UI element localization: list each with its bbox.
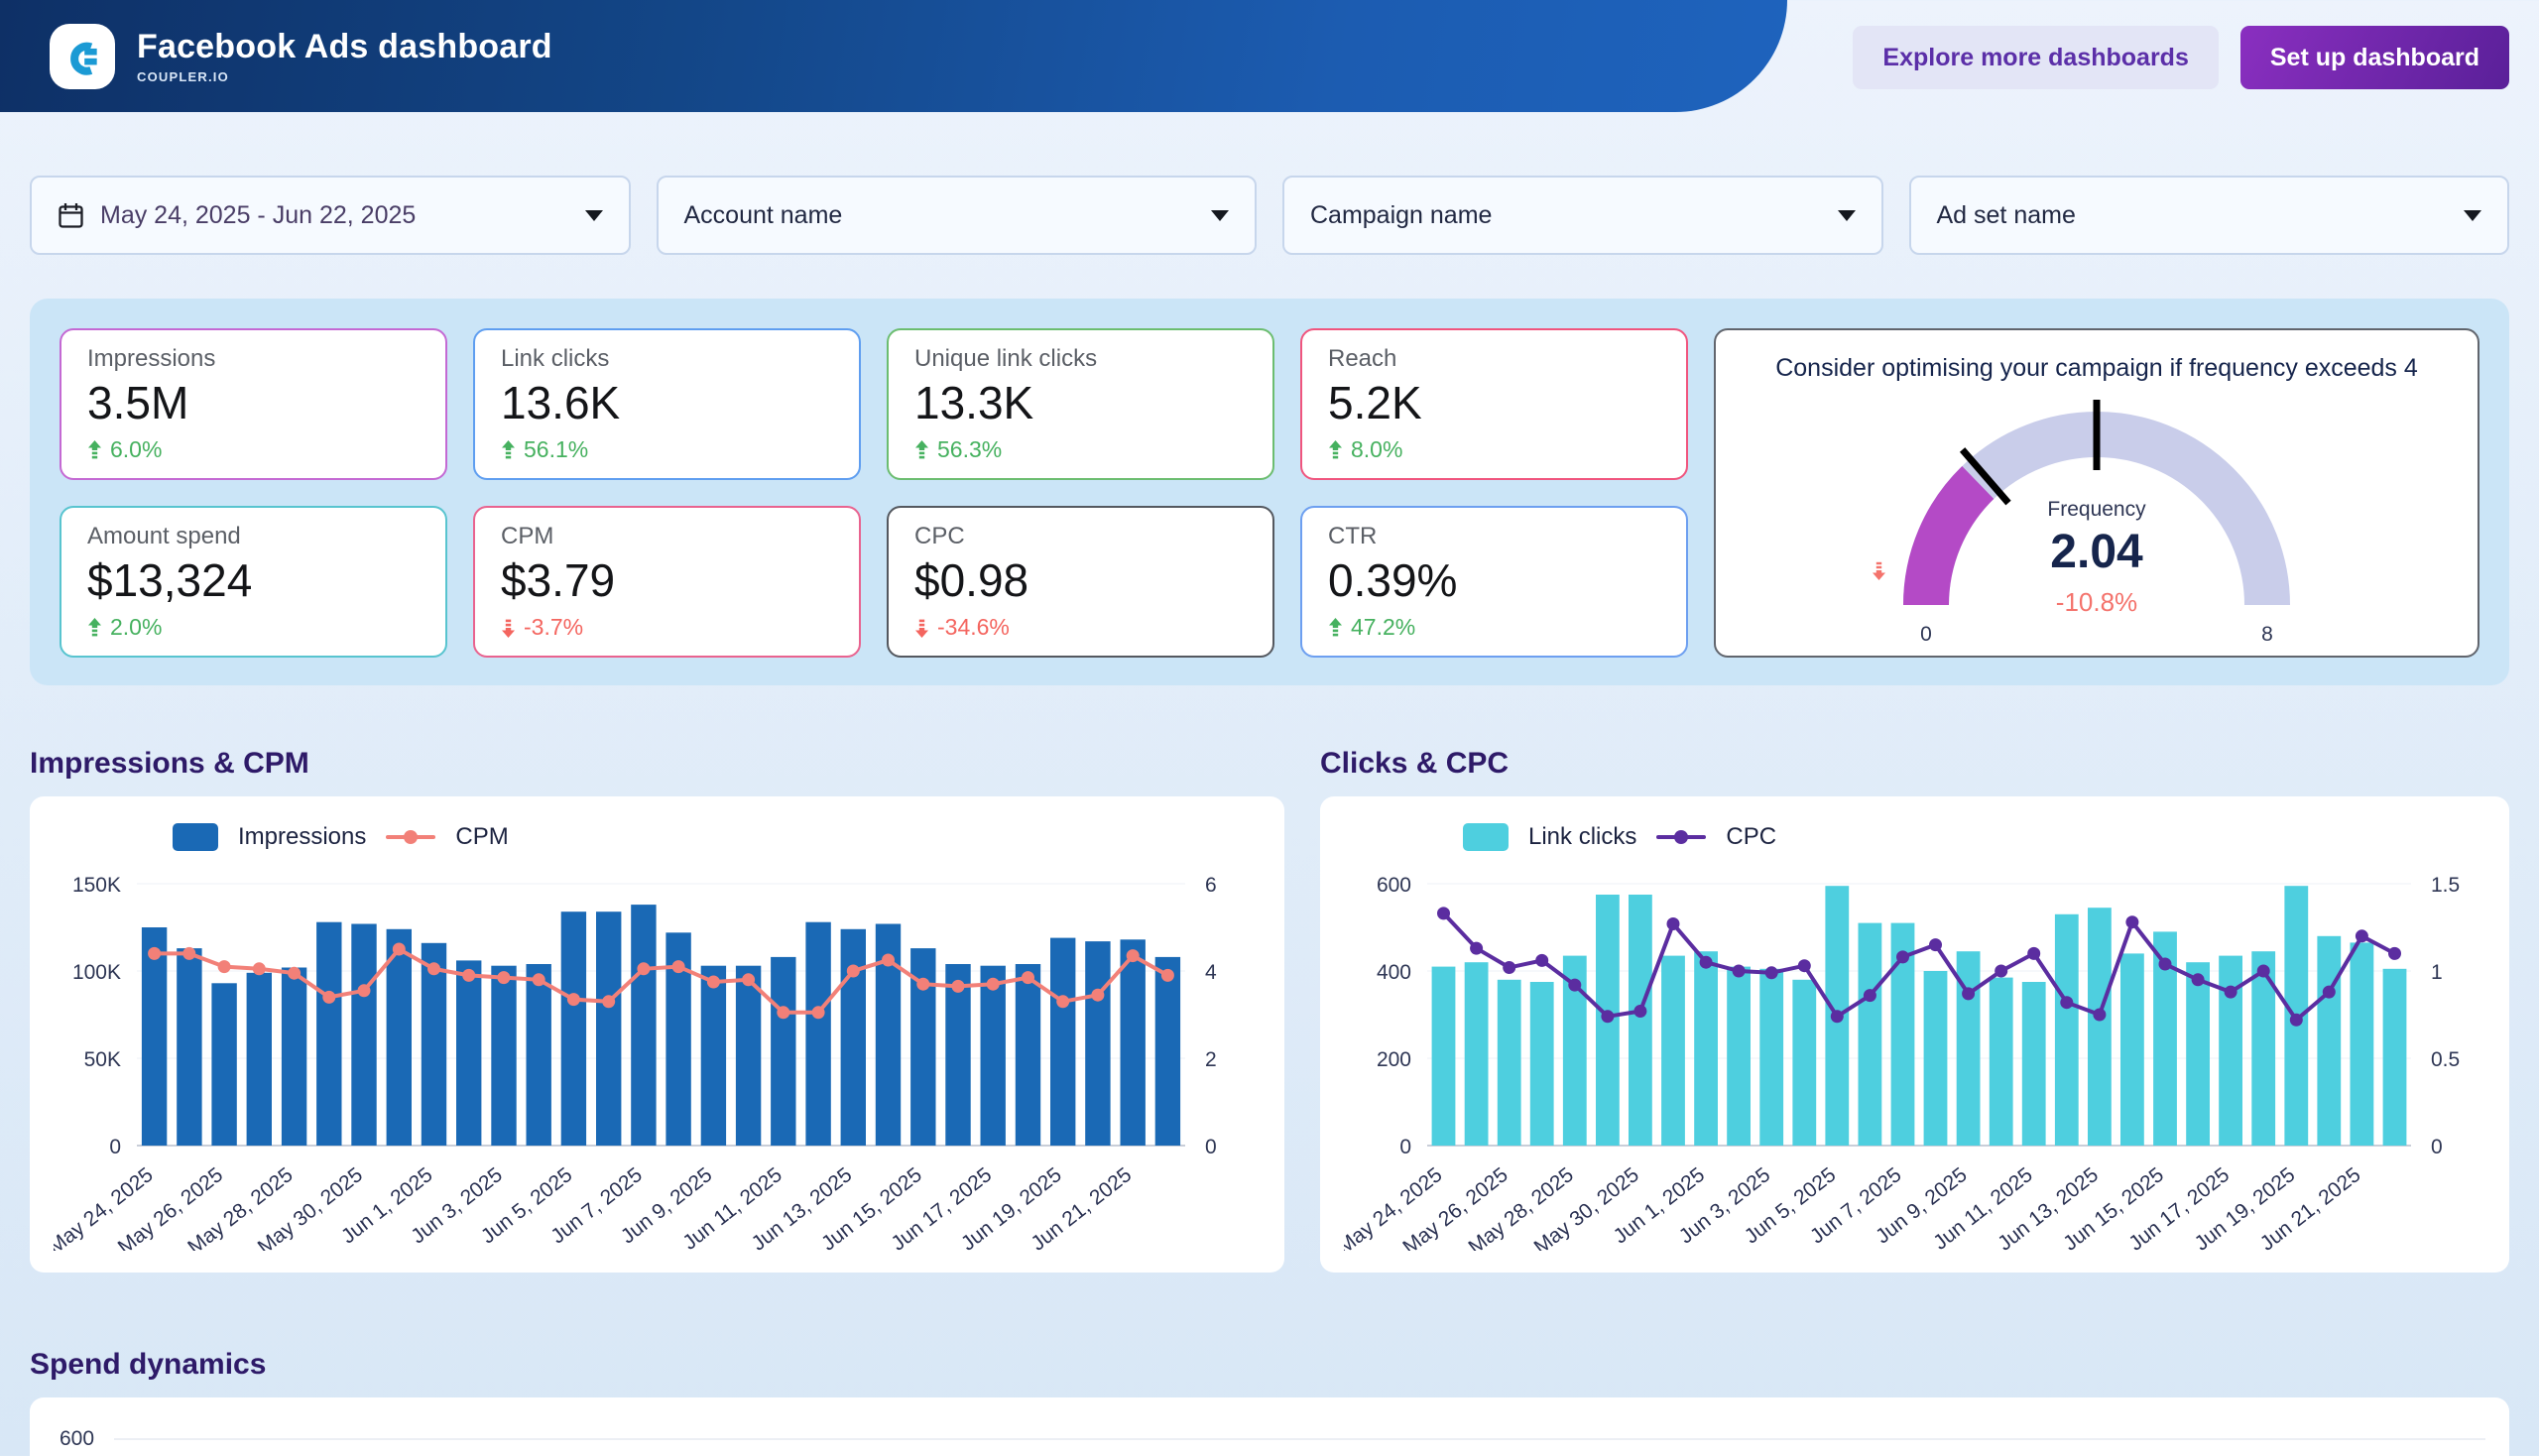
clicks-cpc-chart: 020040060000.511.5May 24, 2025May 26, 20… — [1344, 862, 2484, 1251]
trend-up-icon — [87, 618, 102, 638]
impressions-cpm-chart-card: Impressions CPM 050K100K150K0246May 24, … — [30, 796, 1284, 1273]
account-name-value: Account name — [684, 201, 843, 230]
svg-text:1.5: 1.5 — [2431, 874, 2460, 897]
campaign-name-value: Campaign name — [1310, 201, 1492, 230]
explore-more-dashboards-button[interactable]: Explore more dashboards — [1853, 26, 2218, 89]
impressions-legend-label: Impressions — [238, 823, 366, 851]
svg-text:600: 600 — [1377, 874, 1411, 897]
clicks-cpc-chart-card: Link clicks CPC 020040060000.511.5May 24… — [1320, 796, 2509, 1273]
trend-up-icon — [914, 440, 929, 460]
trend-down-icon — [501, 618, 516, 638]
svg-text:50K: 50K — [84, 1048, 121, 1071]
section-title-impressions-cpm: Impressions & CPM — [30, 747, 1284, 781]
kpi-delta: 47.2% — [1328, 614, 1660, 641]
trend-down-icon — [1873, 562, 1885, 580]
kpi-delta: 2.0% — [87, 614, 420, 641]
gauge-min-label: 0 — [1920, 623, 1932, 646]
impressions-cpm-legend: Impressions CPM — [173, 822, 1261, 852]
ad-set-name-value: Ad set name — [1937, 201, 2076, 230]
svg-text:0: 0 — [109, 1136, 121, 1158]
svg-text:150K: 150K — [72, 874, 121, 897]
svg-text:0: 0 — [1205, 1136, 1217, 1158]
account-name-filter[interactable]: Account name — [657, 176, 1258, 255]
kpi-delta: 56.1% — [501, 436, 833, 463]
coupler-logo-icon — [50, 24, 115, 89]
gauge-value: 2.04 — [2050, 526, 2143, 578]
svg-text:0.5: 0.5 — [2431, 1048, 2460, 1071]
app-header: Facebook Ads dashboard COUPLER.IO Explor… — [0, 0, 2539, 112]
trend-up-icon — [501, 440, 516, 460]
kpi-delta: 6.0% — [87, 436, 420, 463]
kpi-delta: 8.0% — [1328, 436, 1660, 463]
cpc-legend-label: CPC — [1726, 823, 1776, 851]
kpi-delta: -3.7% — [501, 614, 833, 641]
impressions-cpm-chart: 050K100K150K0246May 24, 2025May 26, 2025… — [54, 862, 1259, 1251]
chevron-down-icon — [585, 210, 603, 221]
chevron-down-icon — [2464, 210, 2481, 221]
gauge-label: Frequency — [2047, 498, 2146, 521]
set-up-dashboard-button[interactable]: Set up dashboard — [2240, 26, 2509, 89]
section-title-clicks-cpc: Clicks & CPC — [1320, 747, 1509, 781]
frequency-gauge-card: Consider optimising your campaign if fre… — [1714, 328, 2479, 658]
trend-up-icon — [1328, 618, 1343, 638]
link-clicks-legend-label: Link clicks — [1528, 823, 1636, 851]
cpm-legend-label: CPM — [455, 823, 508, 851]
filter-bar: May 24, 2025 - Jun 22, 2025 Account name… — [30, 176, 2509, 255]
kpi-card-amount-spend: Amount spend $13,324 2.0% — [60, 506, 447, 658]
svg-text:1: 1 — [2431, 961, 2443, 984]
page-subtitle: COUPLER.IO — [137, 69, 552, 84]
kpi-card-ctr: CTR 0.39% 47.2% — [1300, 506, 1688, 658]
impressions-legend-swatch — [173, 823, 218, 851]
chevron-down-icon — [1838, 210, 1856, 221]
kpi-panel: Impressions 3.5M 6.0% Link clicks 13.6K … — [30, 299, 2509, 685]
kpi-card-link-clicks: Link clicks 13.6K 56.1% — [473, 328, 861, 480]
trend-down-icon — [914, 618, 929, 638]
spend-dynamics-chart-card: 600 — [30, 1397, 2509, 1456]
link-clicks-legend-swatch — [1463, 823, 1509, 851]
kpi-card-impressions: Impressions 3.5M 6.0% — [60, 328, 447, 480]
frequency-gauge: Frequency 2.04 -10.8% 0 8 — [1759, 385, 2434, 647]
kpi-card-unique-link-clicks: Unique link clicks 13.3K 56.3% — [887, 328, 1274, 480]
kpi-card-cpm: CPM $3.79 -3.7% — [473, 506, 861, 658]
gauge-max-label: 8 — [2261, 623, 2273, 646]
svg-text:0: 0 — [2431, 1136, 2443, 1158]
gauge-title: Consider optimising your campaign if fre… — [1775, 354, 2418, 383]
chevron-down-icon — [1211, 210, 1229, 221]
svg-text:400: 400 — [1377, 961, 1411, 984]
ad-set-name-filter[interactable]: Ad set name — [1909, 176, 2510, 255]
clicks-cpc-legend: Link clicks CPC — [1463, 822, 2485, 852]
cpm-legend-marker — [386, 830, 435, 844]
kpi-card-reach: Reach 5.2K 8.0% — [1300, 328, 1688, 480]
svg-text:2: 2 — [1205, 1048, 1217, 1071]
kpi-card-cpc: CPC $0.98 -34.6% — [887, 506, 1274, 658]
date-range-filter[interactable]: May 24, 2025 - Jun 22, 2025 — [30, 176, 631, 255]
trend-up-icon — [1328, 440, 1343, 460]
svg-text:0: 0 — [1399, 1136, 1411, 1158]
kpi-delta: -34.6% — [914, 614, 1247, 641]
svg-text:6: 6 — [1205, 874, 1217, 897]
gridline — [114, 1438, 2485, 1440]
svg-text:200: 200 — [1377, 1048, 1411, 1071]
spend-y-tick: 600 — [60, 1427, 94, 1451]
trend-up-icon — [87, 440, 102, 460]
header-band: Facebook Ads dashboard COUPLER.IO — [0, 0, 1787, 112]
svg-text:100K: 100K — [72, 961, 121, 984]
cpc-legend-marker — [1656, 830, 1706, 844]
calendar-icon — [58, 202, 84, 229]
page-title: Facebook Ads dashboard — [137, 28, 552, 66]
campaign-name-filter[interactable]: Campaign name — [1282, 176, 1883, 255]
kpi-delta: 56.3% — [914, 436, 1247, 463]
section-title-spend-dynamics: Spend dynamics — [30, 1348, 2509, 1382]
gauge-delta: -10.8% — [2056, 587, 2137, 617]
svg-text:4: 4 — [1205, 961, 1217, 984]
date-range-value: May 24, 2025 - Jun 22, 2025 — [100, 201, 416, 230]
